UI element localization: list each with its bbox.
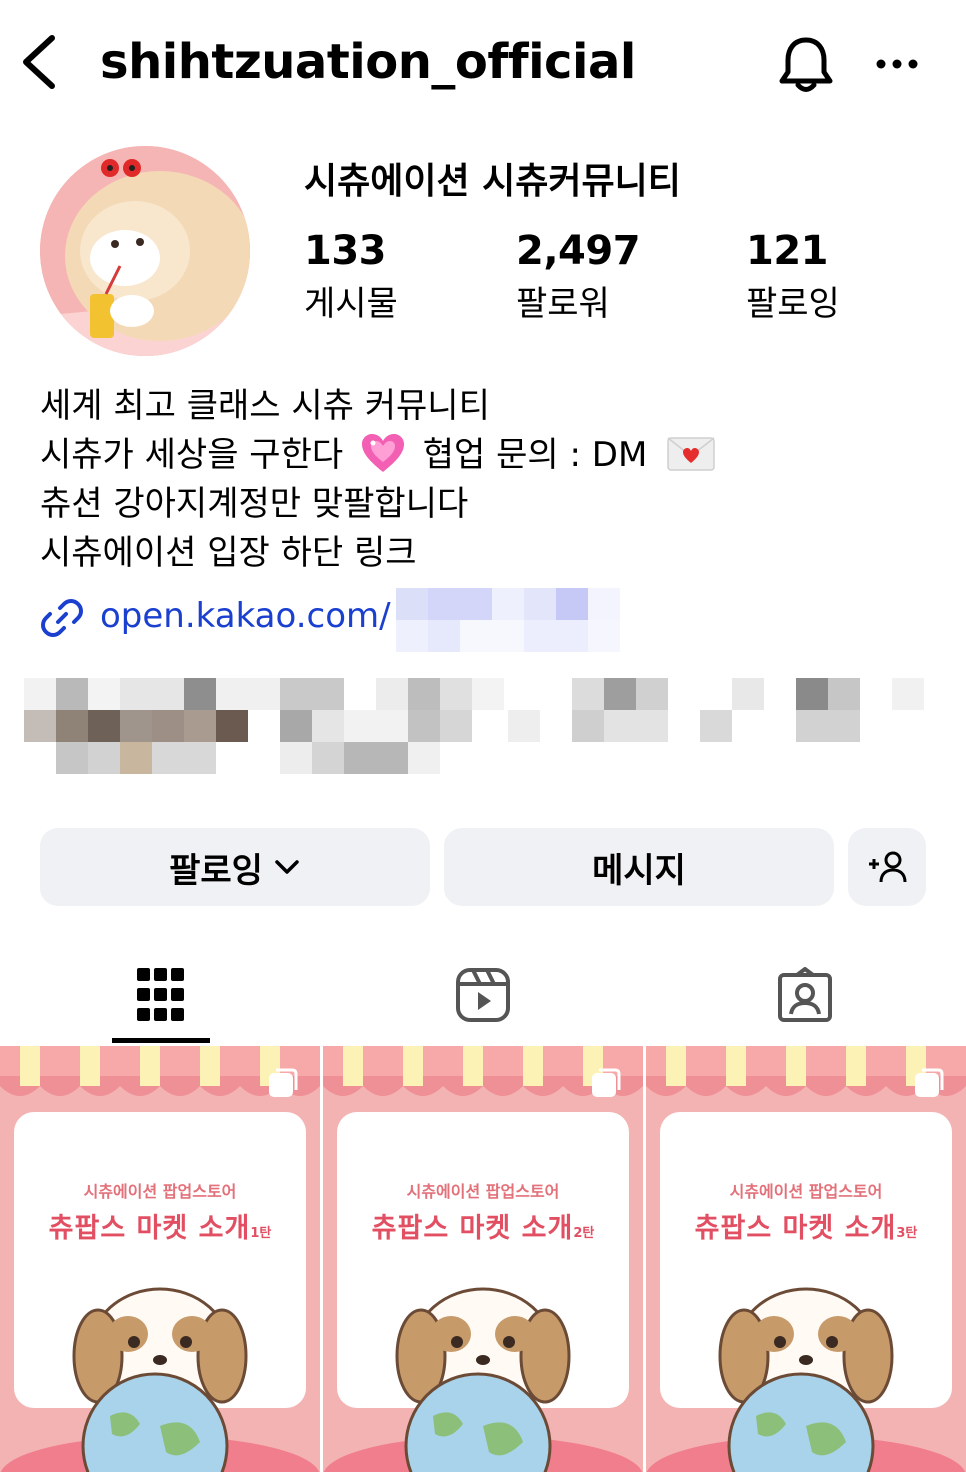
redacted-text-mosaic <box>24 678 924 774</box>
post-subtitle: 시츄에이션 팝업스토어 <box>406 1182 560 1201</box>
followers-count-label: 팔로워 <box>516 284 610 324</box>
message-button-label: 메시지 <box>592 850 686 891</box>
bio-text: 협업 문의 : DM <box>422 435 648 475</box>
followers-count-value: 2,497 <box>516 228 641 274</box>
bell-icon[interactable] <box>776 34 836 96</box>
tab-posts-grid[interactable] <box>111 950 211 1040</box>
redacted-link-mosaic <box>396 588 620 652</box>
shih-tzu-globe-illustration <box>0 1287 320 1472</box>
bio-line: 시츄가 세상을 구한다 협업 문의 : DM <box>40 431 716 480</box>
post-part: 3탄 <box>896 1226 918 1241</box>
post-subtitle: 시츄에이션 팝업스토어 <box>729 1182 883 1201</box>
suggested-accounts-button[interactable] <box>848 828 926 906</box>
carousel-icon <box>269 1068 298 1097</box>
message-button[interactable]: 메시지 <box>444 828 834 906</box>
post-subtitle: 시츄에이션 팝업스토어 <box>83 1182 237 1201</box>
tab-reels[interactable] <box>433 950 533 1040</box>
sparkling-heart-icon <box>361 434 404 472</box>
grid-icon <box>137 968 184 1021</box>
carousel-icon <box>915 1068 944 1097</box>
chevron-down-icon <box>275 860 299 874</box>
post-title: 츄팝스 마켓 소개3탄 <box>646 1206 966 1245</box>
bio-line: 시츄에이션 입장 하단 링크 <box>40 533 417 573</box>
profile-bio: 세계 최고 클래스 시츄 커뮤니티 시츄가 세상을 구한다 협업 문의 : DM… <box>40 382 716 578</box>
post-thumbnail[interactable]: 시츄에이션 팝업스토어 츄팝스 마켓 소개2탄 <box>323 1046 643 1472</box>
post-title: 츄팝스 마켓 소개1탄 <box>0 1206 320 1245</box>
following-count-label: 팔로잉 <box>746 284 840 324</box>
tab-tagged[interactable] <box>755 950 855 1040</box>
post-part: 1탄 <box>250 1226 272 1241</box>
posts-count-value: 133 <box>304 228 386 274</box>
following-button-label: 팔로잉 <box>169 850 263 891</box>
reels-icon <box>456 968 510 1022</box>
tagged-icon <box>778 967 832 1022</box>
bio-line: 세계 최고 클래스 시츄 커뮤니티 <box>40 386 490 426</box>
shih-tzu-globe-illustration <box>323 1287 643 1472</box>
back-icon[interactable] <box>18 30 68 94</box>
profile-username: shihtzuation_official <box>100 34 636 90</box>
bio-line: 츄션 강아지계정만 맞팔합니다 <box>40 484 469 524</box>
following-count[interactable]: 121 팔로잉 <box>746 228 840 325</box>
more-icon[interactable] <box>872 46 922 82</box>
shih-tzu-globe-illustration <box>646 1287 966 1472</box>
following-count-value: 121 <box>746 228 828 274</box>
love-letter-icon <box>667 437 715 471</box>
post-title-text: 츄팝스 마켓 소개 <box>371 1213 574 1244</box>
link-icon <box>41 599 83 637</box>
post-title: 츄팝스 마켓 소개2탄 <box>323 1206 643 1245</box>
add-person-icon <box>869 851 907 883</box>
posts-count-label: 게시물 <box>304 284 398 324</box>
link-text: open.kakao.com/ <box>100 596 391 636</box>
post-title-text: 츄팝스 마켓 소개 <box>48 1213 251 1244</box>
posts-count[interactable]: 133 게시물 <box>304 228 398 325</box>
profile-avatar[interactable] <box>40 146 250 356</box>
post-thumbnail[interactable]: 시츄에이션 팝업스토어 츄팝스 마켓 소개3탄 <box>646 1046 966 1472</box>
post-thumbnail[interactable]: 시츄에이션 팝업스토어 츄팝스 마켓 소개1탄 <box>0 1046 320 1472</box>
profile-display-name: 시츄에이션 시츄커뮤니티 <box>304 161 681 202</box>
bio-text: 시츄가 세상을 구한다 <box>40 435 344 475</box>
post-title-text: 츄팝스 마켓 소개 <box>694 1213 897 1244</box>
top-bar: shihtzuation_official <box>0 0 966 130</box>
post-part: 2탄 <box>573 1226 595 1241</box>
followers-count[interactable]: 2,497 팔로워 <box>516 228 641 325</box>
following-button[interactable]: 팔로잉 <box>40 828 430 906</box>
active-tab-indicator <box>112 1038 210 1043</box>
carousel-icon <box>592 1068 621 1097</box>
